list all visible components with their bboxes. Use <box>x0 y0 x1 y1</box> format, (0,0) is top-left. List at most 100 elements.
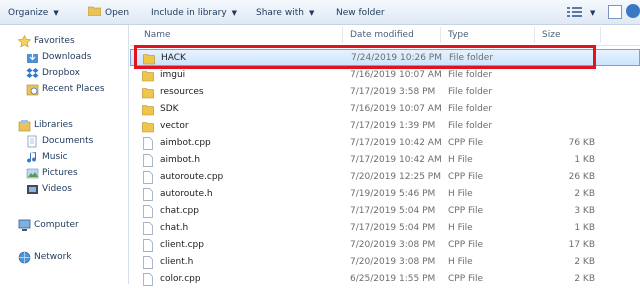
file-row[interactable]: aimbot.cpp 7/17/2019 10:42 AM CPP File 76 K… <box>130 135 640 152</box>
nav-documents-label: Documents <box>42 136 94 146</box>
file-row[interactable]: autoroute.cpp 7/20/2019 12:25 PM CPP File 2… <box>130 169 640 186</box>
chevron-down-icon: ▼ <box>53 9 59 17</box>
column-divider[interactable] <box>534 27 535 43</box>
file-icon <box>143 256 153 269</box>
nav-favorites-label: Favorites <box>34 36 75 46</box>
file-row[interactable]: client.cpp 7/20/2019 3:08 PM CPP File 17 KB <box>130 237 640 254</box>
chevron-down-icon: ▼ <box>231 9 238 17</box>
nav-computer-label: Computer <box>34 220 79 230</box>
file-size: 2 KB <box>574 257 595 267</box>
file-name: chat.cpp <box>160 206 199 216</box>
documents-icon <box>27 135 37 148</box>
open-button[interactable]: Open <box>88 6 129 20</box>
file-row[interactable]: aimbot.h 7/17/2019 10:42 AM H File 1 KB <box>130 152 640 169</box>
file-icon <box>143 188 153 201</box>
preview-pane-icon[interactable] <box>608 5 622 19</box>
file-size: 2 KB <box>574 189 595 199</box>
file-type: File folder <box>448 121 493 131</box>
file-size: 26 KB <box>568 172 595 182</box>
nav-favorites[interactable]: Favorites <box>18 34 75 49</box>
file-name: chat.h <box>160 223 189 233</box>
file-type: H File <box>448 189 473 199</box>
new-folder-label: New folder <box>336 8 385 18</box>
file-type: CPP File <box>448 172 484 182</box>
include-in-library-button[interactable]: Include in library ▼ <box>151 6 237 20</box>
file-date: 7/17/2019 1:39 PM <box>350 121 436 131</box>
folder-icon <box>142 88 154 99</box>
file-row[interactable]: autoroute.h 7/19/2019 5:46 PM H File 2 KB <box>130 186 640 203</box>
file-name: client.cpp <box>160 240 204 250</box>
column-date-header[interactable]: Date modified <box>350 25 414 45</box>
share-with-button[interactable]: Share with ▼ <box>256 6 314 20</box>
chevron-down-icon: ▼ <box>308 9 315 17</box>
open-label: Open <box>105 8 130 18</box>
file-row[interactable]: resources 7/17/2019 3:58 PM File folder <box>130 84 640 101</box>
file-row[interactable]: chat.cpp 7/17/2019 5:04 PM CPP File 3 KB <box>130 203 640 220</box>
file-name: SDK <box>160 104 179 114</box>
nav-pictures-label: Pictures <box>42 168 78 178</box>
nav-videos-label: Videos <box>42 184 72 194</box>
nav-downloads[interactable]: Downloads <box>26 50 91 65</box>
view-options-icon[interactable] <box>566 5 584 19</box>
file-icon <box>143 137 153 150</box>
file-date: 7/16/2019 10:07 AM <box>350 104 442 114</box>
file-row[interactable]: imgui 7/16/2019 10:07 AM File folder <box>130 67 640 84</box>
recent-places-icon <box>26 84 39 96</box>
file-row[interactable]: vector 7/17/2019 1:39 PM File folder <box>130 118 640 135</box>
file-name: aimbot.cpp <box>160 138 211 148</box>
file-size: 76 KB <box>568 138 595 148</box>
nav-recent-label: Recent Places <box>42 84 105 94</box>
file-type: CPP File <box>448 240 484 250</box>
file-icon <box>143 171 153 184</box>
nav-music[interactable]: Music <box>26 150 68 165</box>
file-size: 17 KB <box>568 240 595 250</box>
file-date: 7/17/2019 5:04 PM <box>350 206 436 216</box>
downloads-icon <box>27 52 38 63</box>
file-row[interactable]: chat.h 7/17/2019 5:04 PM H File 1 KB <box>130 220 640 237</box>
new-folder-button[interactable]: New folder <box>336 6 385 20</box>
nav-dropbox-label: Dropbox <box>42 68 80 78</box>
column-size-header[interactable]: Size <box>542 25 560 45</box>
file-icon <box>143 154 153 167</box>
navigation-pane: Favorites Downloads Dropbox Recent Place… <box>0 25 129 284</box>
nav-network[interactable]: Network <box>18 250 72 265</box>
file-name: vector <box>160 121 189 131</box>
file-row[interactable]: SDK 7/16/2019 10:07 AM File folder <box>130 101 640 118</box>
organize-button[interactable]: Organize ▼ <box>8 6 59 20</box>
file-icon <box>143 222 153 235</box>
file-size <box>535 118 595 135</box>
include-label: Include in library <box>151 8 227 18</box>
nav-music-label: Music <box>42 152 68 162</box>
file-type: H File <box>448 223 473 233</box>
file-row[interactable]: color.cpp 6/25/2019 1:55 PM CPP File 2 KB <box>130 271 640 288</box>
network-icon <box>18 251 31 264</box>
column-divider[interactable] <box>440 27 441 43</box>
nav-libraries-label: Libraries <box>34 120 73 130</box>
file-date: 6/25/2019 1:55 PM <box>350 274 436 284</box>
folder-icon <box>142 105 154 116</box>
view-chevron-down-icon[interactable]: ▼ <box>590 6 595 20</box>
nav-libraries[interactable]: Libraries <box>18 118 73 133</box>
annotation-highlight-box <box>134 45 596 69</box>
nav-documents[interactable]: Documents <box>26 134 93 149</box>
file-type: File folder <box>448 70 493 80</box>
column-name-header[interactable]: Name <box>144 25 171 45</box>
folder-icon <box>142 122 154 133</box>
file-row[interactable]: client.h 7/20/2019 3:08 PM H File 2 KB <box>130 254 640 271</box>
file-date: 7/20/2019 12:25 PM <box>350 172 441 182</box>
column-divider[interactable] <box>600 27 601 43</box>
nav-recent-places[interactable]: Recent Places <box>26 82 105 97</box>
column-type-header[interactable]: Type <box>448 25 469 45</box>
dropbox-icon <box>26 68 39 78</box>
help-icon[interactable] <box>626 4 640 18</box>
organize-label: Organize <box>8 8 49 18</box>
nav-videos[interactable]: Videos <box>26 182 72 197</box>
column-divider[interactable] <box>342 27 343 43</box>
nav-computer[interactable]: Computer <box>18 218 79 233</box>
file-type: File folder <box>448 104 493 114</box>
nav-pictures[interactable]: Pictures <box>26 166 78 181</box>
file-date: 7/17/2019 10:42 AM <box>350 138 442 148</box>
file-size: 3 KB <box>574 206 595 216</box>
nav-network-label: Network <box>34 252 72 262</box>
nav-dropbox[interactable]: Dropbox <box>26 66 80 81</box>
